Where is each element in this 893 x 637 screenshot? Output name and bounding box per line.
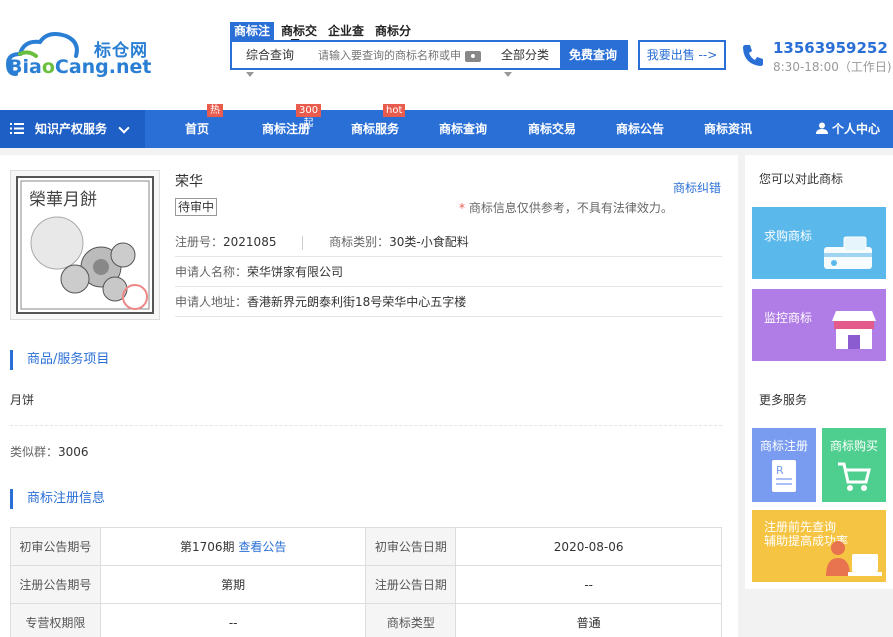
ip-services-label: 知识产权服务 (35, 122, 108, 136)
reg-info-row: 注册号：2021085 商标类别：30类-小食配料 (175, 227, 722, 257)
goods-section-title: 商品/服务项目 (10, 350, 109, 370)
buy-trademark-card[interactable]: 求购商标 (752, 207, 886, 279)
compare-title: 您可以对此商标 (759, 172, 844, 186)
status-badge: 待审中 (175, 198, 218, 216)
table-row: 注册公告期号 第期 注册公告日期 -- (10, 565, 722, 604)
applicant-name: 荣华饼家有限公司 (247, 265, 344, 279)
hot-badge: hot (383, 104, 406, 117)
applicant-row: 申请人名称：荣华饼家有限公司 (175, 257, 722, 287)
view-notice-link[interactable]: 查看公告 (238, 540, 286, 554)
registration-table: 初审公告期号 第1706期 查看公告 初审公告日期 2020-08-06 注册公… (10, 527, 722, 637)
shopping-cart-icon (838, 462, 871, 491)
similar-group: 类似群：3006 (10, 445, 89, 459)
trademark-detail: 榮華月餅 荣华 待审中 商标纠错 * 商标信息仅供参考，不具有法律效力。 注册号… (0, 155, 738, 637)
document-icon: R (772, 460, 796, 492)
disclaimer-notice: * 商标信息仅供参考，不具有法律效力。 (459, 201, 673, 215)
sidebar: 您可以对此商标 求购商标 监控商标 更多服务 商标注册 R 商标购买 注册前先查… (745, 155, 893, 589)
hot-badge: 热 (207, 104, 223, 117)
svg-text:R: R (776, 464, 784, 477)
user-icon (816, 122, 828, 134)
menu-icon (10, 123, 24, 134)
applicant-address: 香港新界元朗泰利街18号荣华中心五字楼 (247, 295, 467, 309)
table-row: 初审公告期号 第1706期 查看公告 初审公告日期 2020-08-06 (10, 527, 722, 566)
trademark-logo-image: 榮華月餅 (16, 176, 154, 314)
more-services-title: 更多服务 (759, 393, 808, 407)
table-row: 专营权期限 -- 商标类型 普通 (10, 603, 722, 637)
nav-item-register[interactable]: 商标注册 300起 (262, 104, 322, 148)
camera-icon[interactable] (464, 48, 484, 62)
free-search-button[interactable]: 免费查询 (560, 42, 626, 68)
search-tab-register[interactable]: 商标注 (230, 22, 275, 40)
nav-item-news[interactable]: 商标资讯 (704, 110, 752, 148)
trademark-class: 30类-小食配料 (389, 235, 469, 249)
search-tab-category[interactable]: 商标分 (371, 22, 415, 40)
nav-item-query[interactable]: 商标查询 (439, 110, 487, 148)
search-box: 综合查询 全部分类 免费查询 (230, 40, 628, 70)
person-laptop-icon (826, 541, 882, 576)
logo-english-name: BiaoCang.net (8, 56, 152, 78)
card-payment-icon (824, 236, 872, 269)
sell-button[interactable]: 我要出售 --> (638, 40, 726, 70)
trademark-image: 榮華月餅 (10, 170, 160, 320)
query-first-card[interactable]: 注册前先查询 辅助提高成功率 (752, 510, 886, 582)
trademark-image-text: 榮華月餅 (29, 190, 97, 210)
purchase-trademark-card[interactable]: 商标购买 (822, 428, 886, 502)
chevron-down-icon (118, 122, 130, 134)
nav-item-trade[interactable]: 商标交易 (528, 110, 576, 148)
nav-item-service[interactable]: 商标服务 hot (351, 104, 406, 148)
address-row: 申请人地址：香港新界元朗泰利街18号荣华中心五字楼 (175, 287, 722, 317)
chevron-down-icon (246, 72, 254, 77)
register-trademark-card[interactable]: 商标注册 R (752, 428, 816, 502)
registration-number: 2021085 (223, 235, 277, 249)
phone-icon (743, 45, 763, 66)
report-error-link[interactable]: 商标纠错 (673, 179, 721, 196)
goods-item: 月饼 (10, 393, 35, 407)
search-tab-trade[interactable]: 商标交易 (277, 22, 321, 52)
search-tabs: 商标注 商标交易 企业查 商标分 (230, 22, 418, 52)
store-icon (832, 311, 876, 349)
phone-number: 13563959252 (773, 39, 888, 57)
divider (10, 425, 722, 426)
price-badge: 300起 (296, 104, 322, 129)
search-category-select[interactable]: 全部分类 (490, 42, 560, 68)
nav-item-home[interactable]: 首页 热 (185, 104, 223, 148)
header: 标仓网 BiaoCang.net 商标注 商标交易 企业查 商标分 综合查询 全… (0, 0, 893, 110)
chevron-down-icon (504, 72, 512, 77)
work-hours: 8:30-18:00（工作日) (773, 60, 892, 74)
main-nav: 知识产权服务 首页 热 商标注册 300起 商标服务 hot 商标查询 商标交易… (0, 104, 893, 148)
nav-item-notice[interactable]: 商标公告 (616, 110, 664, 148)
registration-section-title: 商标注册信息 (10, 489, 105, 509)
search-tab-company[interactable]: 企业查 (324, 22, 368, 40)
search-input[interactable] (308, 42, 464, 68)
trademark-name: 荣华 (175, 174, 203, 190)
monitor-trademark-card[interactable]: 监控商标 (752, 289, 886, 361)
ip-services-menu[interactable]: 知识产权服务 (0, 110, 145, 148)
search-type-select[interactable]: 综合查询 (232, 42, 308, 68)
user-center-link[interactable]: 个人中心 (816, 110, 880, 148)
